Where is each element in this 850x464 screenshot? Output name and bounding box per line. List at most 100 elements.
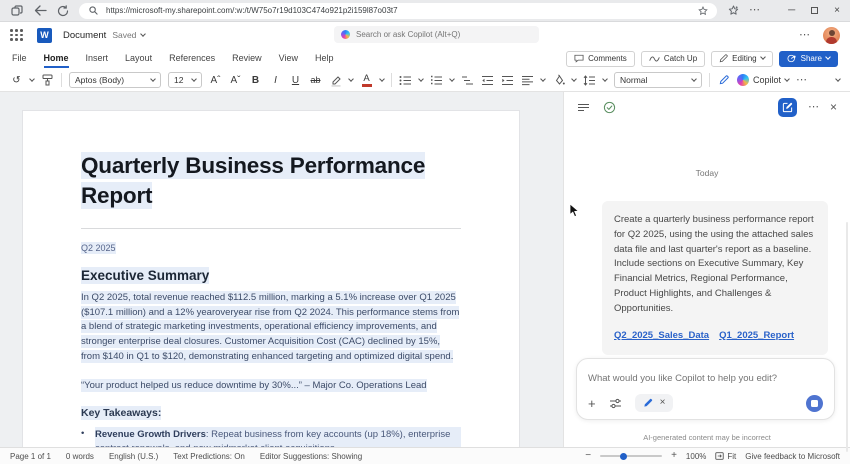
edit-mode-pill[interactable]: ×	[635, 394, 674, 412]
alignment-button[interactable]	[521, 72, 534, 88]
highlight-color-button[interactable]	[329, 72, 342, 88]
fit-label: Fit	[727, 452, 736, 461]
tab-insert[interactable]: Insert	[86, 50, 109, 68]
prompt-options-icon[interactable]	[609, 398, 622, 409]
attachment-link-sales-data[interactable]: Q2_2025_Sales_Data	[614, 329, 709, 344]
tab-file[interactable]: File	[12, 50, 27, 68]
font-color-button[interactable]: A	[360, 72, 373, 88]
save-status[interactable]: Saved	[112, 30, 136, 40]
ribbon-more-icon[interactable]: ⋯	[796, 75, 807, 86]
stop-generating-button[interactable]	[806, 395, 823, 412]
line-spacing-button[interactable]	[583, 72, 596, 88]
shading-button[interactable]	[552, 72, 565, 88]
tab-home[interactable]: Home	[44, 50, 69, 68]
add-attachment-button[interactable]: +	[588, 397, 596, 410]
catch-up-button[interactable]: Catch Up	[641, 51, 705, 67]
tab-layout[interactable]: Layout	[125, 50, 152, 68]
underline-button[interactable]: U	[289, 72, 302, 88]
zoom-in-button[interactable]: +	[671, 451, 677, 461]
page-count[interactable]: Page 1 of 1	[10, 452, 51, 461]
new-chat-button[interactable]	[778, 98, 797, 117]
feedback-link[interactable]: Give feedback to Microsoft	[745, 452, 840, 461]
increase-indent-button[interactable]	[501, 72, 514, 88]
format-painter-icon[interactable]	[41, 72, 54, 88]
copilot-button[interactable]: Copilot	[737, 72, 789, 88]
numbering-button[interactable]	[430, 72, 443, 88]
maximize-button[interactable]	[811, 7, 818, 14]
word-logo[interactable]: W	[37, 28, 52, 43]
zoom-slider-thumb[interactable]	[620, 453, 627, 460]
multilevel-list-button[interactable]	[461, 72, 474, 88]
chevron-down-icon[interactable]	[141, 31, 147, 37]
bullets-button[interactable]	[399, 72, 412, 88]
search-input[interactable]	[356, 30, 532, 39]
close-panel-button[interactable]: ×	[830, 101, 837, 113]
close-window-button[interactable]: ×	[834, 5, 840, 16]
avatar[interactable]	[823, 27, 840, 44]
tab-help[interactable]: Help	[315, 50, 334, 68]
chevron-down-icon[interactable]	[418, 76, 424, 82]
panel-scrollbar[interactable]	[846, 222, 848, 452]
url-input[interactable]	[106, 6, 690, 15]
italic-button[interactable]: I	[269, 72, 282, 88]
language-status[interactable]: English (U.S.)	[109, 452, 158, 461]
chevron-down-icon[interactable]	[29, 76, 35, 82]
chevron-down-icon[interactable]	[379, 76, 385, 82]
grow-font-button[interactable]: Aˆ	[209, 72, 222, 88]
chevron-down-icon[interactable]	[540, 76, 546, 82]
chevron-down-icon[interactable]	[348, 76, 354, 82]
text-predictions-status[interactable]: Text Predictions: On	[173, 452, 245, 461]
editor-pen-icon[interactable]	[717, 72, 730, 88]
document-page[interactable]: Quarterly Business Performance Report Q2…	[22, 110, 520, 447]
editor-suggestions-status[interactable]: Editor Suggestions: Showing	[260, 452, 362, 461]
reload-icon[interactable]	[56, 4, 70, 18]
tab-review[interactable]: Review	[232, 50, 262, 68]
attachment-link-q1-report[interactable]: Q1_2025_Report	[719, 329, 794, 344]
document-canvas[interactable]: Quarterly Business Performance Report Q2…	[0, 92, 563, 447]
dismiss-edit-mode-icon[interactable]: ×	[660, 398, 666, 408]
bookmark-icon[interactable]	[696, 4, 710, 18]
fit-button[interactable]: Fit	[715, 452, 736, 461]
chevron-down-icon[interactable]	[449, 76, 455, 82]
font-name-select[interactable]: Aptos (Body)	[69, 72, 161, 88]
app-launcher-icon[interactable]	[10, 29, 23, 41]
styles-select[interactable]: Normal	[614, 72, 702, 88]
shrink-font-button[interactable]: Aˇ	[229, 72, 242, 88]
tab-overview-icon[interactable]	[10, 4, 24, 18]
strikethrough-button[interactable]: ab	[309, 72, 322, 88]
back-icon[interactable]	[33, 4, 47, 18]
font-size-select[interactable]: 12	[168, 72, 202, 88]
document-name[interactable]: Document	[63, 30, 106, 41]
comment-icon	[574, 54, 584, 63]
collapse-ribbon-icon[interactable]	[835, 76, 841, 82]
browser-menu-icon[interactable]: ⋯	[749, 5, 760, 16]
copilot-input-box[interactable]: + ×	[576, 358, 835, 420]
copilot-more-icon[interactable]: ⋯	[808, 102, 819, 113]
decrease-indent-button[interactable]	[481, 72, 494, 88]
word-count[interactable]: 0 words	[66, 452, 94, 461]
undo-button[interactable]: ↺	[10, 72, 23, 88]
chevron-down-icon[interactable]	[571, 76, 577, 82]
bold-button[interactable]: B	[249, 72, 262, 88]
user-message-text: Create a quarterly business performance …	[614, 213, 816, 317]
copilot-prompt-input[interactable]	[588, 373, 823, 384]
zoom-slider[interactable]	[600, 455, 662, 457]
tab-view[interactable]: View	[279, 50, 298, 68]
side-panel-icon[interactable]	[726, 4, 740, 18]
chevron-down-icon	[825, 54, 831, 60]
copilot-search-box[interactable]	[334, 26, 539, 43]
date-separator: Today	[564, 168, 850, 178]
tab-references[interactable]: References	[169, 50, 215, 68]
zoom-out-button[interactable]: −	[585, 451, 591, 461]
chat-history-icon[interactable]	[577, 103, 590, 112]
minimize-button[interactable]: ─	[788, 5, 795, 16]
comments-button[interactable]: Comments	[566, 51, 635, 67]
editing-mode-button[interactable]: Editing	[711, 51, 772, 67]
share-button[interactable]: Share	[779, 51, 838, 67]
chevron-down-icon[interactable]	[602, 76, 608, 82]
more-options-icon[interactable]: ⋯	[799, 30, 810, 41]
zoom-level[interactable]: 100%	[686, 452, 706, 461]
catch-up-label: Catch Up	[664, 54, 697, 63]
address-bar[interactable]	[79, 3, 717, 19]
protected-check-icon[interactable]	[603, 101, 616, 114]
